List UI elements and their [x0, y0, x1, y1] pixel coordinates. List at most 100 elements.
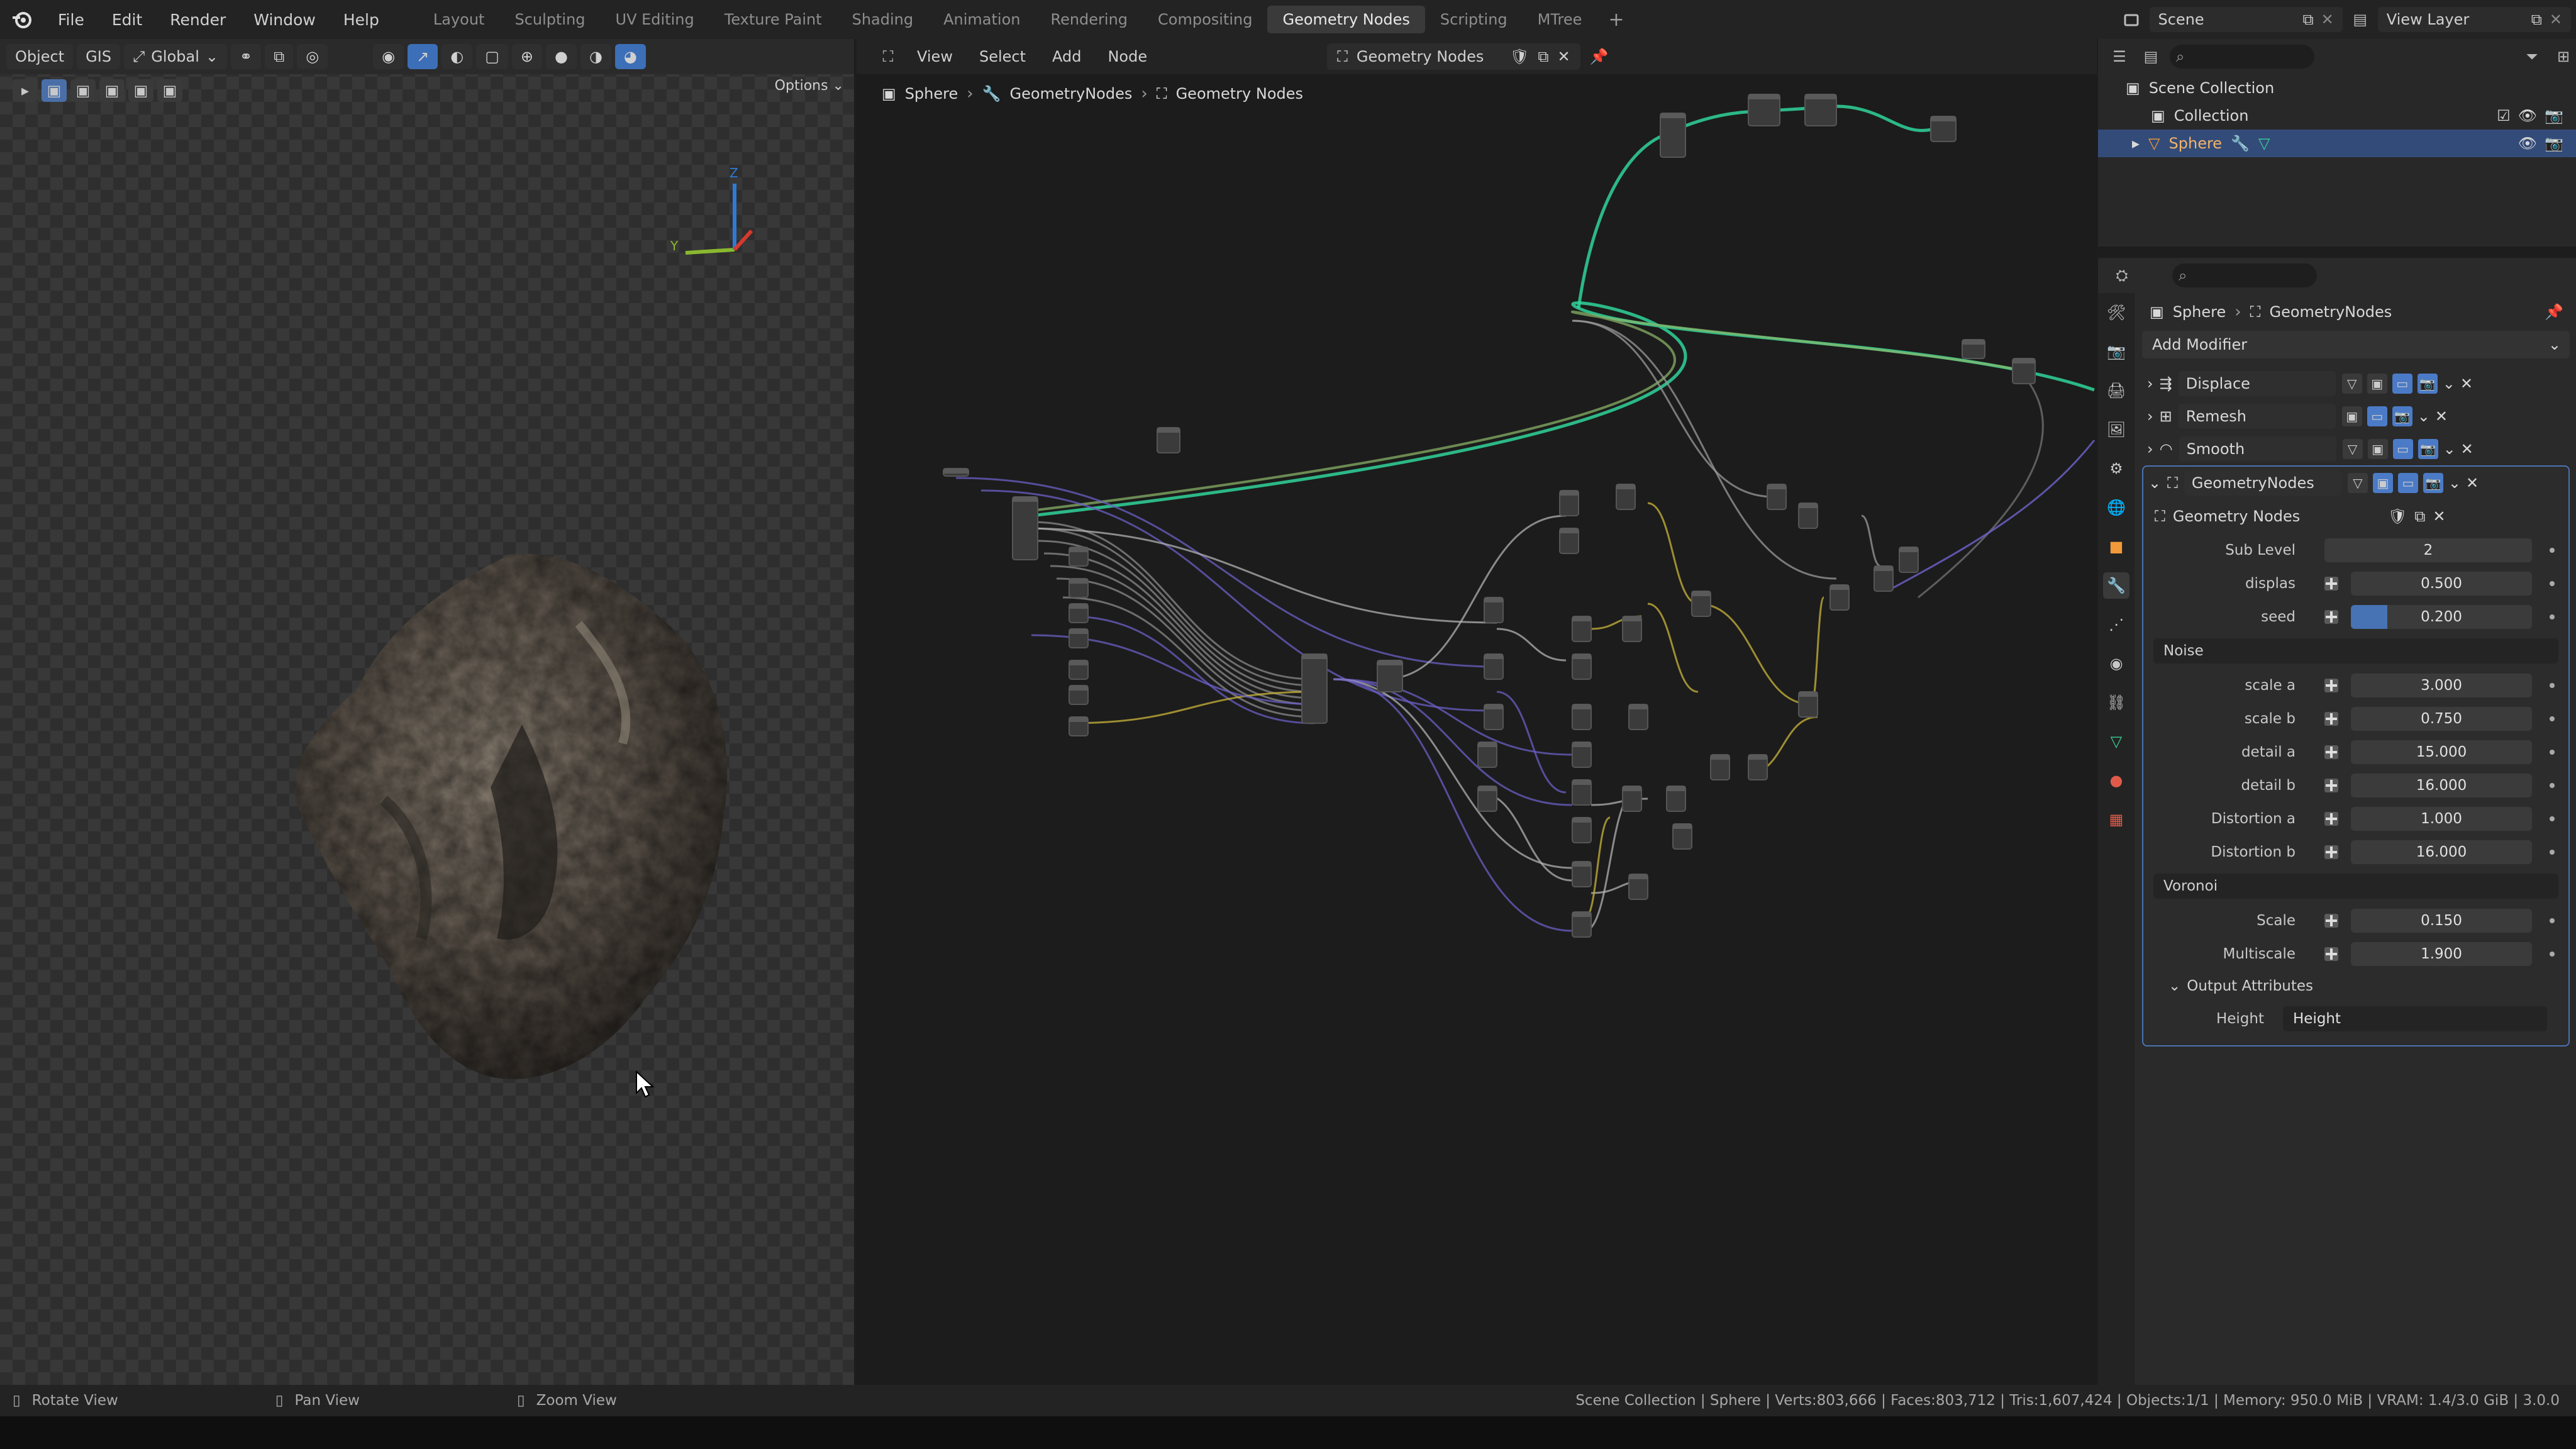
xray-icon[interactable]: ▢	[476, 44, 508, 69]
physics-tab-icon[interactable]: ◉	[2103, 650, 2129, 677]
menu-render[interactable]: Render	[156, 11, 240, 29]
graph-node[interactable]	[1572, 616, 1592, 642]
unlink-icon[interactable]: ✕	[2433, 508, 2445, 525]
graph-node[interactable]	[1691, 591, 1711, 617]
view-layer-tab-icon[interactable]: 🖼	[2103, 416, 2129, 443]
add-workspace-button[interactable]: +	[1597, 9, 1635, 31]
edit-mode-icon[interactable]: ▣	[2341, 406, 2362, 426]
graph-node[interactable]	[1710, 754, 1730, 780]
copy-scene-icon[interactable]: ⧉	[2303, 11, 2314, 28]
graph-node[interactable]	[1572, 817, 1592, 843]
height-attribute-input[interactable]: Height	[2283, 1006, 2547, 1031]
graph-node[interactable]	[1559, 528, 1579, 554]
close-icon[interactable]: ✕	[2460, 375, 2473, 392]
graph-node[interactable]	[1804, 94, 1837, 126]
graph-node[interactable]	[1666, 786, 1686, 812]
graph-node[interactable]	[1012, 496, 1038, 560]
keyframe-dot-icon[interactable]	[2550, 918, 2555, 923]
duplicate-icon[interactable]: ⧉	[1538, 48, 1548, 65]
outliner-search-input[interactable]: ⌕	[2170, 45, 2314, 69]
outliner-row-collection[interactable]: ▣ Collection ☑ 👁 📷	[2098, 102, 2576, 130]
render-toggle-icon[interactable]: 📷	[2423, 473, 2443, 493]
graph-node[interactable]	[1572, 779, 1592, 806]
value-field[interactable]: 3.000	[2351, 673, 2532, 697]
graph-node[interactable]	[1748, 94, 1780, 126]
gizmo-toggle-icon[interactable]: ↗	[408, 44, 438, 69]
unlink-icon[interactable]: ✕	[1558, 48, 1570, 65]
expand-arrow-icon[interactable]: ›	[2147, 440, 2153, 458]
collapse-arrow-icon[interactable]: ⌄	[2148, 474, 2161, 492]
graph-node[interactable]	[1672, 823, 1692, 850]
graph-node[interactable]	[1899, 547, 1919, 573]
attribute-toggle-icon[interactable]	[2319, 942, 2343, 966]
eye-icon[interactable]: 👁	[2518, 107, 2537, 125]
checkbox-icon[interactable]: ☑	[2497, 107, 2511, 125]
breadcrumb-tree[interactable]: Geometry Nodes	[1176, 85, 1303, 103]
tab-mtree[interactable]: MTree	[1523, 6, 1597, 33]
graph-node[interactable]	[943, 468, 969, 477]
keyframe-dot-icon[interactable]	[2550, 849, 2555, 855]
attribute-toggle-icon[interactable]	[2319, 572, 2343, 596]
keyframe-dot-icon[interactable]	[2550, 951, 2555, 957]
graph-node[interactable]	[1069, 628, 1089, 648]
edit-mode-icon[interactable]: ▣	[2367, 439, 2388, 459]
modifier-smooth[interactable]: › ◠ Smooth ▽ ▣ ▭ 📷 ⌄ ✕	[2142, 433, 2570, 465]
outliner-editor-icon[interactable]: ☰	[2107, 44, 2132, 69]
material-tab-icon[interactable]: ●	[2103, 767, 2129, 794]
display-mode-icon[interactable]: ▤	[2138, 44, 2163, 69]
chevron-down-icon[interactable]: ⌄	[2443, 375, 2455, 392]
graph-node[interactable]	[1874, 565, 1894, 592]
attribute-toggle-icon[interactable]	[2319, 707, 2343, 731]
camera-icon[interactable]: 📷	[2545, 135, 2563, 152]
close-view-layer-icon[interactable]: ✕	[2550, 11, 2562, 28]
keyframe-dot-icon[interactable]	[2550, 716, 2555, 721]
select-new-icon[interactable]: ▣	[42, 79, 67, 102]
keyframe-dot-icon[interactable]	[2550, 682, 2555, 688]
orientation-selector[interactable]: ⤢ Global ⌄	[124, 44, 227, 69]
graph-node[interactable]	[1477, 786, 1497, 812]
close-icon[interactable]: ✕	[2461, 440, 2473, 458]
render-toggle-icon[interactable]: 📷	[2418, 439, 2438, 459]
value-field[interactable]: 1.900	[2351, 941, 2532, 966]
tab-layout[interactable]: Layout	[418, 6, 500, 33]
viewport-display-icon[interactable]: ▭	[2392, 439, 2413, 459]
graph-node[interactable]	[1628, 704, 1648, 730]
camera-icon[interactable]: 📷	[2545, 107, 2563, 125]
edit-cage-icon[interactable]: ▽	[2347, 473, 2368, 493]
node-editor[interactable]: ⛶ View Select Add Node ⛶ Geometry Nodes …	[857, 39, 2097, 1385]
menu-window[interactable]: Window	[240, 11, 330, 29]
select-tool-icon[interactable]: ▸	[13, 79, 38, 102]
viewport-display-icon[interactable]: ▭	[2397, 473, 2418, 493]
gis-menu[interactable]: GIS	[77, 44, 121, 69]
keyframe-dot-icon[interactable]	[2550, 580, 2555, 586]
graph-node[interactable]	[1069, 716, 1089, 736]
attribute-toggle-icon[interactable]	[2319, 605, 2343, 629]
tab-shading[interactable]: Shading	[837, 6, 929, 33]
world-tab-icon[interactable]: 🌐	[2103, 494, 2129, 521]
filter-icon[interactable]: ⏷	[2519, 44, 2545, 69]
graph-node[interactable]	[1622, 786, 1642, 812]
graph-node[interactable]	[1157, 427, 1180, 453]
solid-shading-icon[interactable]: ●	[545, 44, 577, 69]
pin-icon[interactable]: 📌	[2545, 303, 2563, 321]
scene-icon[interactable]	[2119, 7, 2145, 32]
navigation-gizmo-icon[interactable]: Y Z	[635, 158, 761, 272]
graph-node[interactable]	[1484, 653, 1504, 680]
modifier-displace[interactable]: › ⇶ Displace ▽ ▣ ▭ 📷 ⌄ ✕	[2142, 367, 2570, 400]
graph-node[interactable]	[1301, 653, 1328, 724]
graph-node[interactable]	[1572, 741, 1592, 768]
graph-node[interactable]	[1477, 741, 1497, 768]
options-dropdown[interactable]: Options ⌄	[775, 78, 844, 94]
modifier-name-field[interactable]: GeometryNodes	[2184, 470, 2341, 496]
value-field[interactable]: 0.750	[2351, 706, 2532, 731]
duplicate-icon[interactable]: ⧉	[2414, 508, 2425, 525]
chevron-down-icon[interactable]: ⌄	[2448, 474, 2461, 492]
modifier-tab-icon[interactable]: 🔧	[2103, 572, 2129, 599]
menu-add[interactable]: Add	[1042, 48, 1091, 65]
outliner-row-sphere[interactable]: ▸ ▽ Sphere 🔧 ▽ 👁 📷	[2098, 130, 2576, 157]
graph-node[interactable]	[1798, 691, 1818, 718]
tab-scripting[interactable]: Scripting	[1425, 6, 1523, 33]
expand-arrow-icon[interactable]: ▸	[2132, 135, 2140, 152]
output-tab-icon[interactable]: 🖨	[2103, 377, 2129, 404]
attribute-toggle-icon[interactable]	[2319, 840, 2343, 864]
